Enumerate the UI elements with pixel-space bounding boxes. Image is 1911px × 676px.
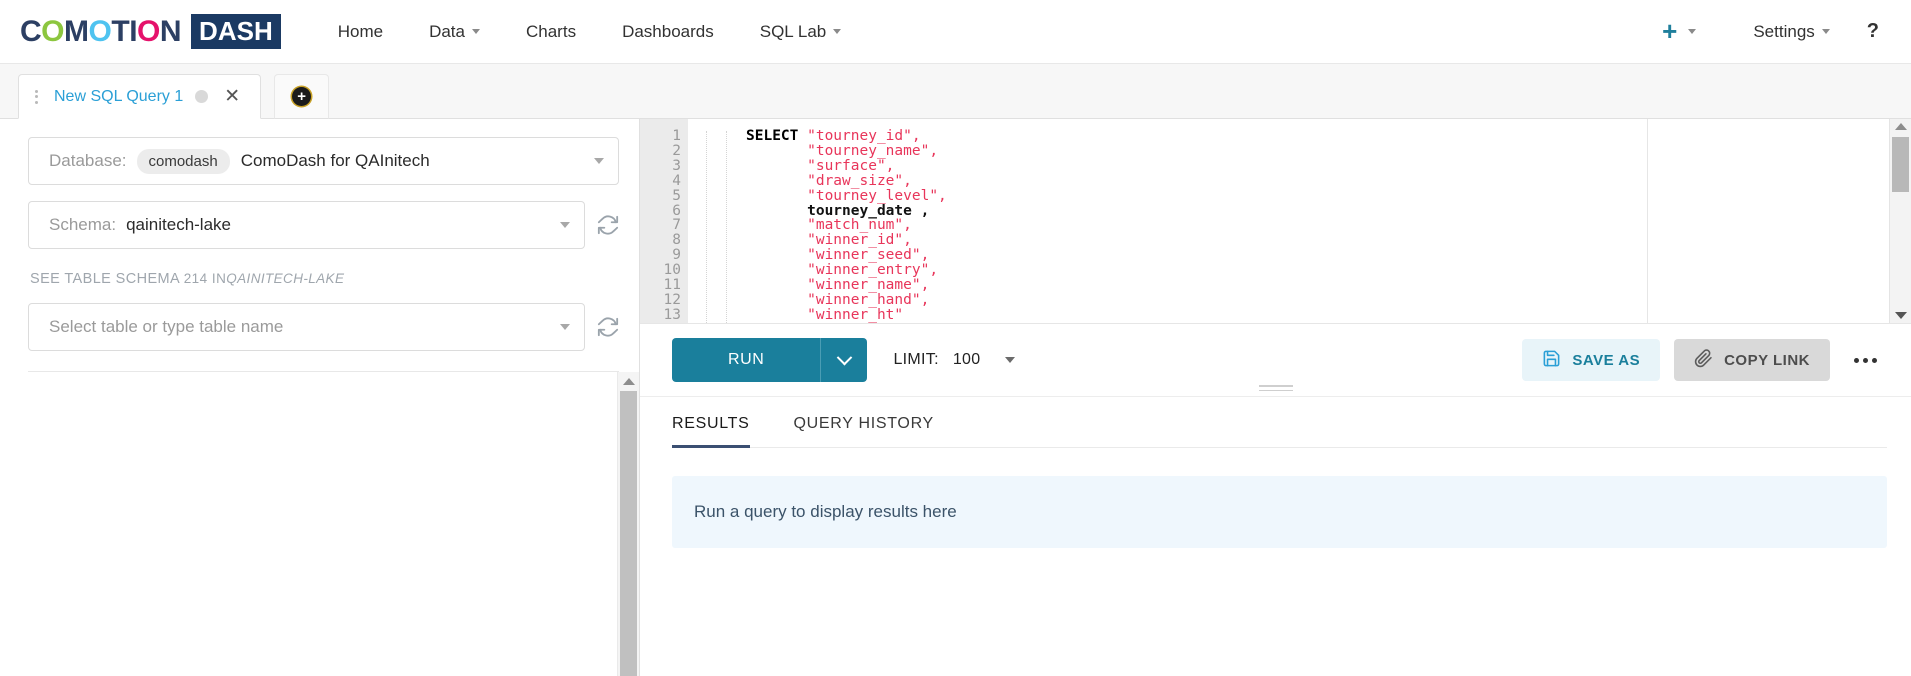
more-options-icon[interactable] xyxy=(1844,350,1887,371)
scrollbar-thumb[interactable] xyxy=(1892,137,1909,192)
unsaved-indicator-icon xyxy=(195,90,209,103)
sql-lab-workspace: Database: comodash ComoDash for QAInitec… xyxy=(0,119,1911,676)
help-button[interactable]: ? xyxy=(1853,14,1893,49)
refresh-tables-icon[interactable] xyxy=(597,316,619,338)
editor-code[interactable]: SELECT "tourney_id", "tourney_name", "su… xyxy=(746,119,1647,323)
nav-item-home-label: Home xyxy=(337,21,384,41)
plus-circle-icon: + xyxy=(292,87,312,106)
database-label: Database: xyxy=(49,151,127,170)
top-navbar: COMOTION DASH Home Data Charts Dashboard… xyxy=(0,0,1911,64)
tab-results-label: RESULTS xyxy=(672,415,750,432)
nav-item-dashboards-label: Dashboards xyxy=(622,21,714,41)
toolbar-right-actions: SAVE AS COPY LINK xyxy=(1522,339,1887,381)
table-schema-note: SEE TABLE SCHEMA 214 INQAINITECH-LAKE xyxy=(30,271,619,287)
scroll-up-icon[interactable] xyxy=(618,372,639,390)
drag-handle-icon[interactable] xyxy=(31,89,42,104)
add-tab-button[interactable]: + xyxy=(274,74,330,119)
table-select-row: Select table or type table name xyxy=(28,303,619,351)
editor-toolbar: RUN LIMIT: 100 SAVE AS COPY LINK xyxy=(640,324,1911,396)
limit-value: 100 xyxy=(952,351,981,368)
results-empty-message: Run a query to display results here xyxy=(672,476,1887,548)
nav-item-sql-lab-label: SQL Lab xyxy=(759,21,827,41)
nav-item-home[interactable]: Home xyxy=(315,12,406,52)
database-select[interactable]: Database: comodash ComoDash for QAInitec… xyxy=(28,137,619,185)
database-value: ComoDash for QAInitech xyxy=(240,151,430,170)
chevron-down-icon xyxy=(560,222,570,228)
tab-query-history-label: QUERY HISTORY xyxy=(793,415,934,432)
tab-query-history[interactable]: QUERY HISTORY xyxy=(794,415,934,447)
save-as-label: SAVE AS xyxy=(1572,351,1641,369)
results-area: RESULTS QUERY HISTORY Run a query to dis… xyxy=(640,396,1911,676)
chevron-down-icon xyxy=(833,29,842,34)
limit-label: LIMIT: xyxy=(893,351,939,368)
chevron-down-icon xyxy=(836,349,853,365)
table-schema-in-word: IN xyxy=(211,271,227,286)
nav-item-charts[interactable]: Charts xyxy=(503,12,599,52)
table-schema-name: QAINITECH-LAKE xyxy=(226,271,345,286)
nav-item-dashboards[interactable]: Dashboards xyxy=(599,12,737,52)
schema-label: Schema: xyxy=(49,215,117,234)
settings-menu[interactable]: Settings xyxy=(1730,12,1852,52)
chevron-down-icon xyxy=(1688,29,1697,34)
run-button[interactable]: RUN xyxy=(672,338,821,382)
scroll-up-icon[interactable] xyxy=(1890,123,1911,130)
editor-right-blank xyxy=(1647,119,1889,323)
chevron-down-icon xyxy=(1821,29,1830,34)
logo-dash-badge: DASH xyxy=(191,14,281,49)
editor-indent-guides xyxy=(688,119,746,323)
save-icon xyxy=(1542,349,1561,372)
navbar-right-actions: + Settings ? xyxy=(1629,2,1893,62)
chevron-down-icon[interactable] xyxy=(1005,357,1016,363)
scroll-down-icon[interactable] xyxy=(1890,312,1911,319)
refresh-schemas-icon[interactable] xyxy=(597,214,619,236)
settings-label: Settings xyxy=(1753,21,1815,41)
editor-scrollbar[interactable] xyxy=(1889,119,1911,323)
right-editor-panel: 1 2 3 4 5 6 7 8 9 10 11 12 13 SELECT "to… xyxy=(640,119,1911,676)
nav-item-data-label: Data xyxy=(429,21,465,41)
table-schema-count: 214 xyxy=(183,271,208,286)
schema-select-row: Schema: qainitech-lake xyxy=(28,201,619,249)
table-schema-note-prefix: SEE TABLE SCHEMA xyxy=(30,271,180,287)
table-list-area xyxy=(0,372,639,676)
results-tabs: RESULTS QUERY HISTORY xyxy=(672,397,1887,448)
chevron-down-icon xyxy=(472,29,480,34)
table-select[interactable]: Select table or type table name xyxy=(28,303,585,351)
nav-item-charts-label: Charts xyxy=(526,21,577,41)
left-panel-controls: Database: comodash ComoDash for QAInitec… xyxy=(0,119,639,372)
database-engine-badge: comodash xyxy=(136,148,230,174)
schema-value: qainitech-lake xyxy=(126,215,231,234)
app-logo[interactable]: COMOTION DASH xyxy=(20,14,281,49)
panel-resize-handle[interactable] xyxy=(1258,385,1293,394)
nav-item-data[interactable]: Data xyxy=(406,12,503,52)
table-select-placeholder: Select table or type table name xyxy=(49,317,284,336)
limit-control[interactable]: LIMIT: 100 xyxy=(893,351,1016,369)
tab-results[interactable]: RESULTS xyxy=(672,415,750,448)
query-tab[interactable]: New SQL Query 1 ✕ xyxy=(18,74,262,119)
logo-wordmark: COMOTION xyxy=(20,14,182,48)
left-query-panel: Database: comodash ComoDash for QAInitec… xyxy=(0,119,640,676)
chevron-down-icon xyxy=(560,324,570,330)
save-as-button[interactable]: SAVE AS xyxy=(1522,339,1661,381)
chevron-down-icon xyxy=(594,158,604,164)
database-select-row: Database: comodash ComoDash for QAInitec… xyxy=(28,137,619,185)
copy-link-label: COPY LINK xyxy=(1724,351,1810,369)
run-button-group: RUN xyxy=(672,338,868,382)
plus-icon: + xyxy=(1662,15,1678,46)
close-icon[interactable]: ✕ xyxy=(220,87,244,106)
nav-item-sql-lab[interactable]: SQL Lab xyxy=(737,12,864,52)
run-options-button[interactable] xyxy=(820,338,868,382)
sql-editor[interactable]: 1 2 3 4 5 6 7 8 9 10 11 12 13 SELECT "to… xyxy=(640,119,1911,324)
query-tab-strip: New SQL Query 1 ✕ + xyxy=(0,64,1911,119)
left-panel-scrollbar[interactable] xyxy=(617,372,639,676)
editor-line-numbers: 1 2 3 4 5 6 7 8 9 10 11 12 13 xyxy=(640,119,688,323)
scrollbar-thumb[interactable] xyxy=(620,391,637,676)
main-nav: Home Data Charts Dashboards SQL Lab xyxy=(315,12,865,52)
copy-link-button[interactable]: COPY LINK xyxy=(1674,339,1830,381)
link-icon xyxy=(1694,348,1713,372)
new-item-button[interactable]: + xyxy=(1629,2,1704,62)
schema-select[interactable]: Schema: qainitech-lake xyxy=(28,201,585,249)
query-tab-label: New SQL Query 1 xyxy=(54,87,184,105)
